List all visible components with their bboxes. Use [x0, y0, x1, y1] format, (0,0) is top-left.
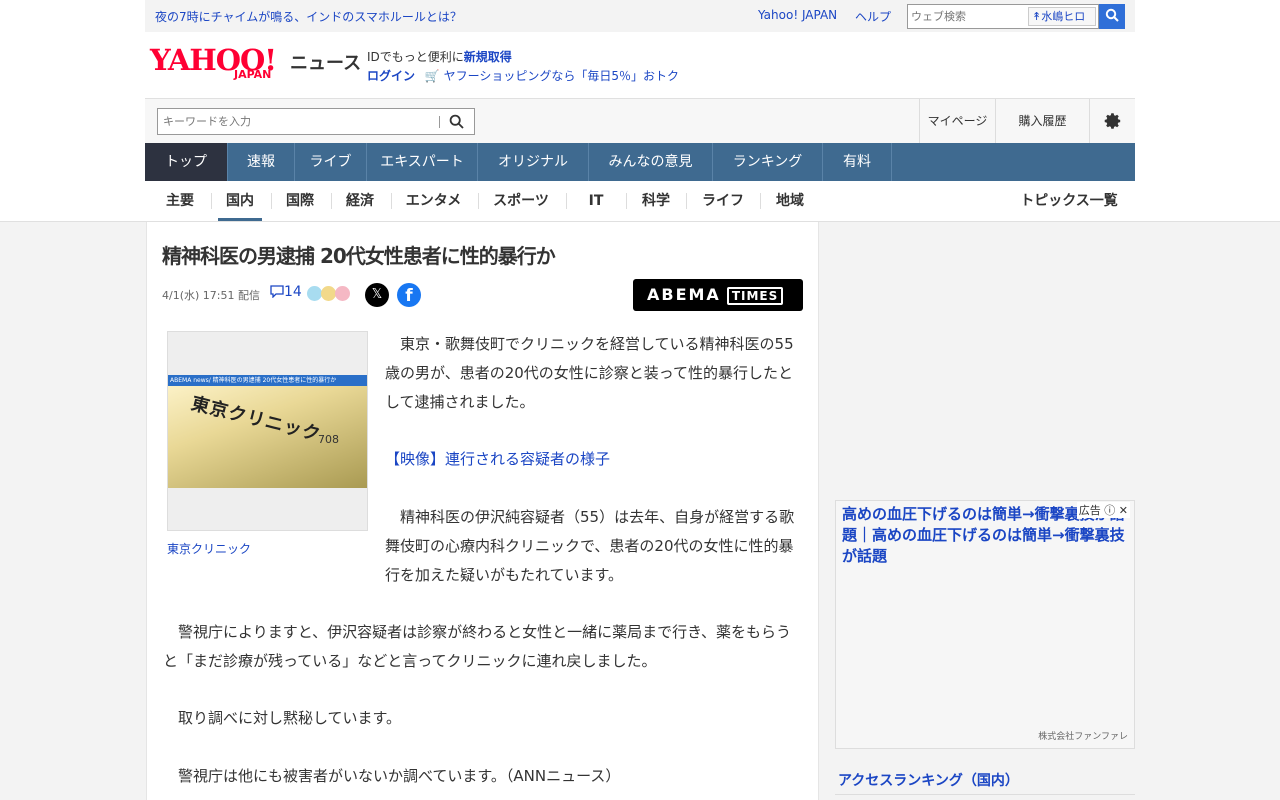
article-paragraph: 警視庁によりますと、伊沢容疑者は診察が終わると女性と一緒に薬局まで行き、薬をもら… — [163, 623, 792, 670]
video-link[interactable]: 【映像】連行される容疑者の様子 — [385, 445, 803, 474]
main-nav-breaking[interactable]: 速報 — [228, 143, 295, 181]
source-logo[interactable]: ABEMA TIMES — [633, 279, 803, 311]
sub-nav-divider — [760, 193, 761, 209]
reaction-face-icon — [335, 286, 350, 301]
main-nav-original[interactable]: オリジナル — [478, 143, 589, 181]
signup-prefix: IDでもっと便利に — [367, 50, 464, 64]
settings-button[interactable] — [1089, 99, 1135, 144]
sub-nav-divider — [686, 193, 687, 209]
sub-nav-divider — [391, 193, 392, 209]
article: 精神科医の男逮捕 20代女性患者に性的暴行か 4/1(水) 17:51 配信 1… — [146, 222, 819, 800]
info-icon: ⓘ — [1100, 504, 1116, 517]
sub-nav-divider — [271, 193, 272, 209]
ranking-divider — [835, 794, 1135, 795]
user-menu[interactable]: ↟水嶋ヒロ — [1028, 7, 1096, 26]
main-nav-ranking[interactable]: ランキング — [713, 143, 823, 181]
photo-caption-strip: ABEMA news/ 精神科医の男逮捕 20代女性患者に性的暴行か — [168, 375, 367, 386]
mypage-link[interactable]: マイページ — [919, 99, 995, 144]
comment-icon — [270, 285, 284, 299]
article-paragraph: 取り調べに対し黙秘しています。 — [178, 709, 402, 727]
logo-service: ニュース — [290, 53, 362, 74]
photo-image: ABEMA news/ 精神科医の男逮捕 20代女性患者に性的暴行か 東京クリニ… — [168, 375, 367, 488]
access-ranking-title[interactable]: アクセスランキング（国内） — [838, 770, 1019, 790]
main-nav-top[interactable]: トップ — [145, 143, 228, 181]
logo-sub: JAPAN — [234, 68, 272, 81]
settings-gear-icon — [1104, 113, 1120, 129]
keyword-search-input[interactable] — [158, 109, 428, 134]
x-icon: 𝕏 — [371, 287, 383, 302]
facebook-icon: f — [405, 286, 413, 306]
shopping-promo-link[interactable]: ヤフーショッピングなら「毎日5％」おトク — [444, 69, 679, 83]
web-search-input[interactable] — [908, 5, 1026, 28]
search-divider — [439, 116, 440, 128]
reaction-faces[interactable] — [307, 286, 353, 302]
sub-nav-region[interactable]: 地域 — [769, 181, 811, 221]
sub-nav-main[interactable]: 主要 — [160, 181, 200, 221]
search-icon — [449, 114, 464, 129]
search-icon — [1105, 8, 1119, 22]
article-headline: 精神科医の男逮捕 20代女性患者に性的暴行か — [162, 244, 556, 268]
article-paragraph: 精神科医の伊沢純容疑者（55）は去年、自身が経営する歌舞伎町の心療内科クリニック… — [385, 508, 795, 584]
reaction-face-icon — [321, 286, 336, 301]
share-facebook-button[interactable]: f — [397, 283, 421, 307]
keyword-search-button[interactable] — [449, 114, 464, 133]
sub-nav-entertainment[interactable]: エンタメ — [400, 181, 467, 221]
purchase-history-link[interactable]: 購入履歴 — [995, 99, 1089, 144]
source-logo-main: ABEMA — [647, 285, 721, 304]
comment-count: 14 — [284, 284, 302, 300]
article-paragraph: 警視庁は他にも被害者がいないか調べています。（ANNニュース） — [178, 767, 621, 785]
yahoo-news-logo[interactable]: YAHOO! JAPAN ニュース — [150, 46, 361, 82]
sub-nav-life[interactable]: ライフ — [696, 181, 750, 221]
sub-nav-international[interactable]: 国際 — [280, 181, 320, 221]
promo-link[interactable]: 夜の7時にチャイムが鳴る、インドのスマホルールとは？ — [155, 8, 462, 25]
main-nav-expert[interactable]: エキスパート — [367, 143, 478, 181]
article-photo[interactable]: ABEMA news/ 精神科医の男逮捕 20代女性患者に性的暴行か 東京クリニ… — [167, 331, 368, 531]
user-icon: ↟ — [1032, 10, 1042, 23]
reaction-face-icon — [307, 286, 322, 301]
web-search-button[interactable] — [1099, 4, 1125, 29]
topics-list-link[interactable]: トピックス一覧 — [1013, 181, 1125, 221]
login-box: IDでもっと便利に新規取得 ログイン 🛒 ヤフーショッピングなら「毎日5％」おト… — [367, 48, 679, 86]
main-nav: トップ 速報 ライブ エキスパート オリジナル みんなの意見 ランキング 有料 — [145, 143, 1135, 181]
sub-nav-sports[interactable]: スポーツ — [488, 181, 554, 221]
publish-date: 4/1(水) 17:51 配信 — [162, 289, 260, 302]
share-x-button[interactable]: 𝕏 — [365, 283, 389, 307]
photo-room-number: 708 — [318, 433, 339, 446]
photo-caption[interactable]: 東京クリニック — [167, 540, 251, 557]
sub-nav-science[interactable]: 科学 — [636, 181, 676, 221]
sub-nav-it[interactable]: IT — [576, 181, 616, 221]
ad-advertiser: 株式会社ファンファレ — [1038, 732, 1128, 742]
sub-nav-divider — [331, 193, 332, 209]
top-bar: 夜の7時にチャイムが鳴る、インドのスマホルールとは？ Yahoo! JAPAN … — [145, 0, 1135, 32]
sub-nav-divider — [211, 193, 212, 209]
article-paragraph: 東京・歌舞伎町でクリニックを経営している精神科医の55歳の男が、患者の20代の女… — [385, 335, 794, 411]
sub-nav-domestic[interactable]: 国内 — [218, 181, 262, 221]
main-nav-paid[interactable]: 有料 — [823, 143, 892, 181]
source-logo-sub: TIMES — [726, 287, 784, 305]
ad-label[interactable]: 広告 ⓘ ✕ — [1076, 502, 1130, 518]
keyword-search-box — [157, 108, 475, 135]
comment-link[interactable]: 14 — [270, 284, 302, 300]
help-link[interactable]: ヘルプ — [855, 8, 891, 25]
main-nav-live[interactable]: ライブ — [295, 143, 367, 181]
sub-nav-divider — [478, 193, 479, 209]
cart-icon: 🛒 — [424, 69, 440, 83]
ad-block[interactable]: 高めの血圧下げるのは簡単→衝撃裏技が話題｜高めの血圧下げるのは簡単→衝撃裏技が話… — [835, 500, 1135, 749]
yahoo-japan-link[interactable]: Yahoo! JAPAN — [758, 8, 837, 22]
user-name: 水嶋ヒロ — [1041, 10, 1086, 23]
photo-sign-text: 東京クリニック — [189, 393, 324, 446]
web-search-box: ↟水嶋ヒロ — [907, 4, 1099, 29]
sub-nav-divider — [566, 193, 567, 209]
signup-link[interactable]: 新規取得 — [464, 50, 512, 64]
login-link[interactable]: ログイン — [367, 69, 415, 83]
ad-label-text: 広告 — [1078, 504, 1101, 517]
main-nav-opinions[interactable]: みんなの意見 — [589, 143, 713, 181]
close-icon[interactable]: ✕ — [1115, 504, 1128, 517]
sub-nav-economy[interactable]: 経済 — [340, 181, 380, 221]
sub-nav-divider — [626, 193, 627, 209]
sub-nav: 主要 国内 国際 経済 エンタメ スポーツ IT 科学 ライフ 地域 トピックス… — [145, 181, 1135, 221]
search-bar: マイページ 購入履歴 — [145, 98, 1135, 144]
